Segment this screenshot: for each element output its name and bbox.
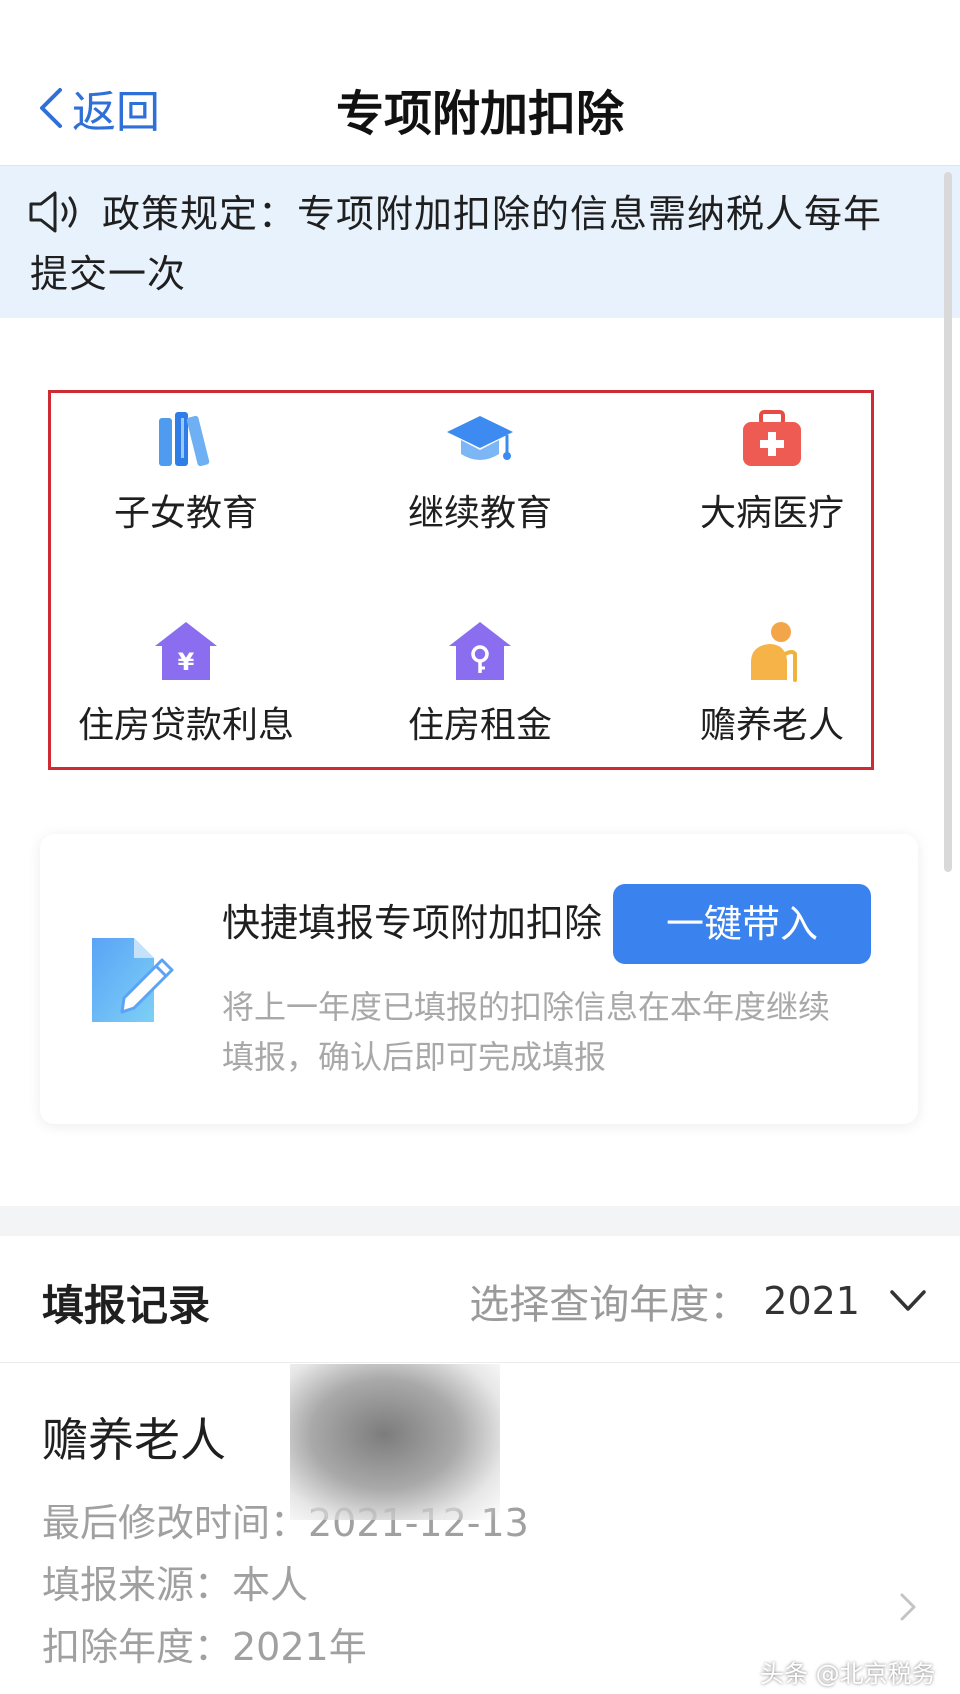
category-serious-illness[interactable]: 大病医疗 (622, 408, 922, 536)
books-icon (159, 412, 210, 467)
nav-bar: 返回 专项附加扣除 (0, 0, 960, 166)
records-header: 填报记录 选择查询年度： 2021 (0, 1236, 960, 1363)
records-title: 填报记录 (42, 1281, 211, 1330)
year-selector-label: 选择查询年度： (469, 1282, 750, 1328)
policy-notice-text: 政策规定：专项附加扣除的信息需纳税人每年 提交一次 (30, 184, 910, 304)
document-edit-icon (92, 938, 174, 1022)
redaction-smudge (290, 1364, 500, 1520)
graduation-cap-icon (447, 416, 513, 460)
category-label: 继续教育 (407, 493, 552, 534)
quick-fill-desc-line-1: 将上一年度已填报的扣除信息在本年度继续 (222, 988, 831, 1026)
section-divider (0, 1206, 960, 1236)
chevron-down-icon (890, 1290, 926, 1311)
page-title: 专项附加扣除 (335, 86, 624, 142)
svg-text:¥: ¥ (178, 648, 195, 676)
category-label: 大病医疗 (699, 493, 844, 534)
elderly-person-icon (751, 622, 797, 682)
house-key-icon (449, 622, 511, 680)
category-housing-loan-interest[interactable]: ¥ 住房贷款利息 (36, 620, 336, 748)
medical-kit-icon (743, 410, 801, 466)
category-children-education[interactable]: 子女教育 (36, 408, 336, 536)
category-label: 住房租金 (407, 705, 552, 746)
quick-fill-desc-line-2: 填报，确认后即可完成填报 (222, 1038, 607, 1076)
watermark: 头条 @北京税务 (760, 1660, 936, 1688)
one-click-import-button[interactable]: 一键带入 (613, 884, 871, 964)
category-housing-rent[interactable]: 住房租金 (330, 620, 630, 748)
house-yuan-icon: ¥ (155, 622, 217, 680)
category-label: 住房贷款利息 (77, 705, 294, 746)
chevron-right-icon (900, 1593, 916, 1621)
year-selector-value: 2021 (763, 1279, 860, 1323)
category-continuing-education[interactable]: 继续教育 (330, 408, 630, 536)
scrollbar[interactable] (944, 172, 952, 872)
record-source: 填报来源：本人 (42, 1563, 309, 1607)
category-elderly-support[interactable]: 赡养老人 (622, 620, 922, 748)
notice-line-1: 政策规定：专项附加扣除的信息需纳税人每年 (102, 192, 883, 236)
record-name: 赡养老人 (42, 1413, 226, 1467)
year-selector[interactable]: 选择查询年度： 2021 (469, 1272, 928, 1330)
quick-fill-description: 将上一年度已填报的扣除信息在本年度继续 填报，确认后即可完成填报 (222, 982, 882, 1082)
category-label: 子女教育 (113, 493, 258, 534)
record-deduction-year: 扣除年度：2021年 (42, 1625, 367, 1669)
notice-line-2: 提交一次 (30, 252, 187, 296)
category-label: 赡养老人 (699, 705, 844, 746)
quick-fill-card: 快捷填报专项附加扣除 一键带入 将上一年度已填报的扣除信息在本年度继续 填报，确… (40, 834, 918, 1124)
quick-fill-title: 快捷填报专项附加扣除 (222, 901, 603, 945)
